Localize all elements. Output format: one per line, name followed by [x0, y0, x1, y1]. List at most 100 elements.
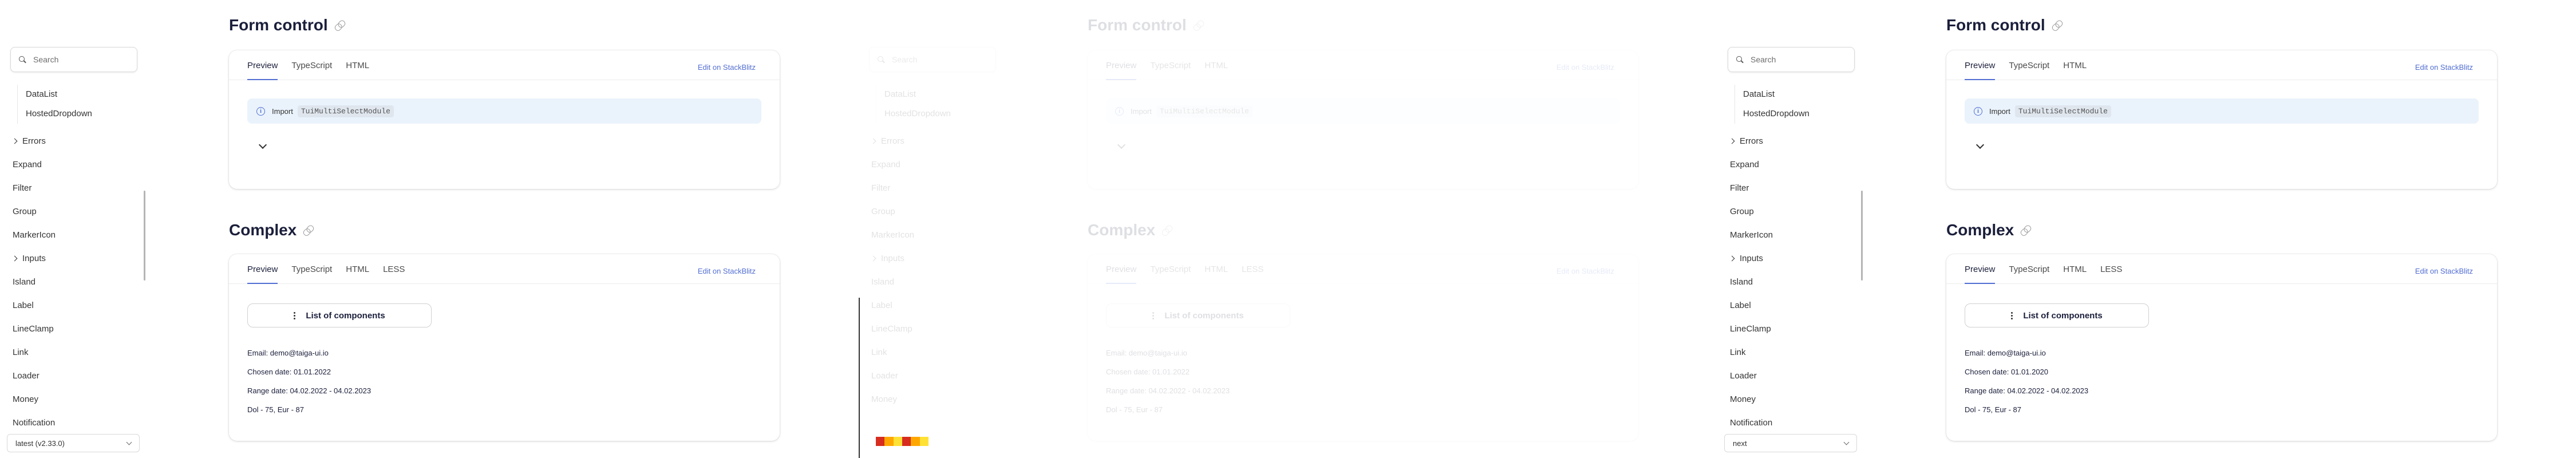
sidebar-item-markericon[interactable]: MarkerIcon — [13, 230, 56, 240]
button-label: List of components — [2023, 310, 2103, 321]
tab-typescript[interactable]: TypeScript — [2009, 61, 2049, 80]
complex-values: Email: demo@taiga-ui.io Chosen date: 01.… — [247, 344, 371, 419]
tab-less[interactable]: LESS — [2100, 264, 2122, 283]
tab-preview[interactable]: Preview — [1965, 61, 1996, 80]
sidebar-item-inputs[interactable]: Inputs — [1729, 254, 1763, 263]
sidebar-item-inputs[interactable]: Inputs — [11, 254, 46, 263]
version-select[interactable]: next — [1724, 434, 1857, 452]
sidebar-item-filter[interactable]: Filter — [13, 183, 31, 193]
sidebar-item-datalist[interactable]: DataList — [1743, 85, 1809, 104]
sidebar-item-lineclamp[interactable]: LineClamp — [1730, 324, 1771, 334]
chevron-down-icon — [126, 439, 132, 445]
link-icon[interactable] — [333, 18, 347, 32]
list-of-components-button[interactable]: List of components — [1965, 303, 2149, 327]
tab-preview[interactable]: Preview — [1965, 264, 1996, 284]
sidebar-scrollbar[interactable] — [1861, 191, 1863, 281]
import-label: Import — [272, 106, 293, 116]
sidebar-item-island[interactable]: Island — [13, 277, 35, 287]
section-title-text: Form control — [1946, 16, 2045, 34]
sidebar-item-link[interactable]: Link — [1730, 348, 1746, 357]
sidebar-scrollbar[interactable] — [144, 191, 145, 281]
sidebar-subgroup: DataList HostedDropdown — [17, 85, 92, 124]
section-title-complex: Complex — [1946, 221, 2032, 239]
sidebar-item-expand[interactable]: Expand — [1730, 160, 1759, 169]
fade-overlay — [859, 0, 1717, 458]
list-of-components-button[interactable]: List of components — [247, 303, 432, 327]
version-select[interactable]: latest (v2.33.0) — [7, 434, 140, 452]
complex-values: Email: demo@taiga-ui.io Chosen date: 01.… — [1965, 344, 2088, 419]
chevron-right-icon — [1729, 138, 1735, 144]
chevron-down-icon[interactable] — [1976, 140, 1985, 149]
tab-less[interactable]: LESS — [383, 264, 405, 283]
sidebar-item-link[interactable]: Link — [13, 348, 29, 357]
sidebar-item-errors[interactable]: Errors — [1729, 136, 1763, 146]
link-icon[interactable] — [2019, 223, 2033, 237]
sidebar-item-label-link[interactable]: Label — [1730, 301, 1751, 310]
sidebar-item-lineclamp[interactable]: LineClamp — [13, 324, 54, 334]
stackblitz-link[interactable]: Edit on StackBlitz — [698, 63, 756, 72]
sidebar-item-money[interactable]: Money — [13, 394, 38, 404]
search-input[interactable] — [33, 55, 125, 64]
sidebar-item-markericon[interactable]: MarkerIcon — [1730, 230, 1773, 240]
tab-html[interactable]: HTML — [2063, 61, 2087, 80]
link-icon[interactable] — [2050, 18, 2064, 32]
import-module: TuiMultiSelectModule — [297, 105, 394, 117]
sidebar-item-hosteddropdown[interactable]: HostedDropdown — [1743, 104, 1809, 124]
sidebar-item-filter[interactable]: Filter — [1730, 183, 1749, 193]
flag-logo — [876, 437, 929, 446]
sidebar-item-notification[interactable]: Notification — [1730, 418, 1772, 428]
search-input[interactable] — [1751, 55, 1842, 64]
sidebar-item-loader[interactable]: Loader — [13, 371, 39, 381]
import-notice: i Import TuiMultiSelectModule — [1965, 98, 2479, 124]
tab-html[interactable]: HTML — [346, 61, 369, 80]
sidebar-item-group[interactable]: Group — [13, 207, 37, 216]
sidebar-item-label: Inputs — [1740, 254, 1763, 263]
sidebar-item-errors[interactable]: Errors — [11, 136, 46, 146]
tab-typescript[interactable]: TypeScript — [291, 264, 332, 283]
tab-typescript[interactable]: TypeScript — [2009, 264, 2049, 283]
sidebar-item-loader[interactable]: Loader — [1730, 371, 1757, 381]
tab-html[interactable]: HTML — [2063, 264, 2087, 283]
section-title-form-control: Form control — [1946, 16, 2064, 34]
sidebar-item-datalist[interactable]: DataList — [26, 85, 92, 104]
search-box[interactable] — [10, 47, 137, 72]
info-icon: i — [256, 106, 265, 116]
search-icon — [19, 56, 26, 64]
email-value: Email: demo@taiga-ui.io — [1965, 349, 2046, 357]
sidebar-item-expand[interactable]: Expand — [13, 160, 42, 169]
sidebar-item-money[interactable]: Money — [1730, 394, 1756, 404]
tab-preview[interactable]: Preview — [247, 61, 278, 80]
tab-typescript[interactable]: TypeScript — [291, 61, 332, 80]
chevron-down-icon[interactable] — [258, 140, 267, 149]
complex-card: Preview TypeScript HTML LESS Edit on Sta… — [229, 254, 780, 441]
link-icon[interactable] — [302, 223, 316, 237]
import-notice: i Import TuiMultiSelectModule — [247, 98, 761, 124]
tab-html[interactable]: HTML — [346, 264, 369, 283]
currency-value: Dol - 75, Eur - 87 — [247, 405, 304, 414]
sidebar-item-group[interactable]: Group — [1730, 207, 1754, 216]
sidebar-item-island[interactable]: Island — [1730, 277, 1753, 287]
form-control-card: Preview TypeScript HTML Edit on StackBli… — [1946, 50, 2497, 189]
search-icon — [1736, 56, 1744, 64]
screenshot-panel-3: DataList HostedDropdown Errors Expand Fi… — [1717, 0, 2576, 458]
stackblitz-link[interactable]: Edit on StackBlitz — [2415, 63, 2473, 72]
screenshot-panel-1: DataList HostedDropdown Errors Expand Fi… — [0, 0, 859, 458]
stackblitz-link[interactable]: Edit on StackBlitz — [698, 267, 756, 275]
screenshot-panel-2: DataList HostedDropdown Errors Expand Fi… — [859, 0, 1717, 458]
stackblitz-link[interactable]: Edit on StackBlitz — [2415, 267, 2473, 275]
sidebar-subgroup: DataList HostedDropdown — [1735, 85, 1809, 124]
section-title-complex: Complex — [229, 221, 315, 239]
range-date-value: Range date: 04.02.2022 - 04.02.2023 — [247, 386, 372, 395]
sidebar: DataList HostedDropdown Errors Expand Fi… — [0, 0, 149, 458]
tab-bar: Preview TypeScript HTML LESS Edit on Sta… — [1946, 254, 2497, 284]
search-box[interactable] — [1728, 47, 1855, 72]
sidebar-item-label: Errors — [1740, 136, 1763, 146]
sidebar-item-label-link[interactable]: Label — [13, 301, 34, 310]
more-vertical-icon — [294, 311, 296, 320]
tab-preview[interactable]: Preview — [247, 264, 278, 284]
section-title-form-control: Form control — [229, 16, 346, 34]
tab-bar: Preview TypeScript HTML LESS Edit on Sta… — [229, 254, 780, 284]
sidebar-item-hosteddropdown[interactable]: HostedDropdown — [26, 104, 92, 124]
sidebar-item-notification[interactable]: Notification — [13, 418, 55, 428]
button-label: List of components — [306, 310, 385, 321]
